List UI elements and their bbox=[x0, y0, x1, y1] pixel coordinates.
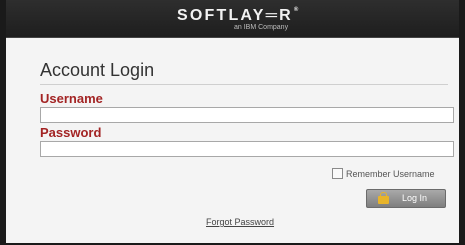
remember-username[interactable]: Remember Username bbox=[332, 168, 435, 179]
forgot-password-link[interactable]: Forgot Password bbox=[206, 217, 274, 227]
password-input[interactable] bbox=[40, 141, 454, 157]
username-label: Username bbox=[40, 91, 103, 106]
remember-username-checkbox[interactable] bbox=[332, 168, 343, 179]
brand-text: SOFTLAY═R bbox=[177, 7, 293, 24]
username-input[interactable] bbox=[40, 107, 454, 123]
registered-mark: ® bbox=[293, 7, 299, 13]
password-label: Password bbox=[40, 125, 102, 140]
login-button-label: Log In bbox=[402, 193, 428, 203]
lock-icon bbox=[378, 192, 389, 204]
softlayer-logo: SOFTLAY═R® bbox=[177, 7, 298, 25]
login-button[interactable]: Log In bbox=[366, 189, 446, 208]
header-bar: SOFTLAY═R® an IBM Company bbox=[6, 0, 459, 38]
page-title: Account Login bbox=[40, 60, 155, 80]
title-divider bbox=[40, 84, 448, 85]
remember-username-label: Remember Username bbox=[346, 168, 435, 179]
brand-tagline: an IBM Company bbox=[234, 24, 289, 31]
login-window: SOFTLAY═R® an IBM Company Account Login … bbox=[0, 0, 465, 245]
